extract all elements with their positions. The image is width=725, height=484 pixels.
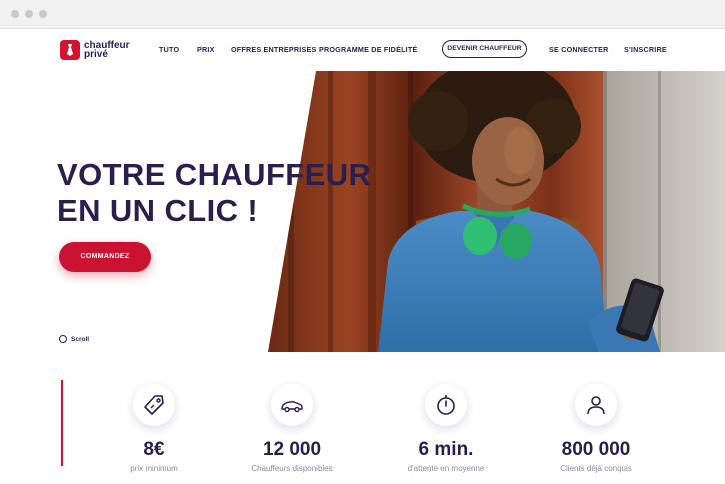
timer-icon	[425, 384, 467, 426]
logo-tie-icon	[60, 40, 80, 60]
logo-text-line2: privé	[84, 49, 108, 60]
scroll-circle-icon	[59, 335, 67, 343]
price-tag-icon	[133, 384, 175, 426]
hero-title-line2: EN UN CLIC !	[57, 193, 259, 228]
user-icon	[575, 384, 617, 426]
window-minimize-dot[interactable]	[25, 10, 33, 18]
hero-title: VOTRE CHAUFFEUR EN UN CLIC !	[57, 157, 371, 229]
order-button[interactable]: COMMANDEZ	[59, 242, 151, 272]
stat-label: prix minimum	[130, 464, 178, 473]
become-driver-button[interactable]: DEVENIR CHAUFFEUR	[442, 40, 527, 58]
accent-line	[61, 380, 63, 466]
nav-prix[interactable]: PRIX	[197, 45, 215, 54]
car-icon	[271, 384, 313, 426]
hero-title-line1: VOTRE CHAUFFEUR	[57, 157, 372, 192]
nav-tuto[interactable]: TUTO	[159, 45, 179, 54]
window-close-dot[interactable]	[11, 10, 19, 18]
site-header: chauffeur privé TUTO PRIX OFFRES ENTREPR…	[0, 29, 725, 71]
stat-value: 12 000	[262, 439, 322, 460]
nav-offres-entreprises[interactable]: OFFRES ENTREPRISES	[231, 45, 316, 54]
stat-wait-time: 6 min. d'attente en moyenne	[386, 384, 506, 474]
stat-clients: 800 000 Clients déjà conquis	[536, 384, 656, 474]
stat-value: 6 min.	[418, 439, 474, 460]
login-link[interactable]: SE CONNECTER	[549, 45, 609, 54]
scroll-label: Scroll	[71, 335, 90, 343]
stat-value: 800 000	[561, 439, 631, 460]
stat-value: 8€	[143, 439, 165, 460]
window-chrome	[0, 0, 725, 29]
nav-separator: ·	[612, 47, 614, 53]
stat-price: 8€ prix minimum	[94, 384, 214, 474]
stat-label: Clients déjà conquis	[560, 464, 632, 473]
nav-programme-fidelite[interactable]: PROGRAMME DE FIDÉLITÉ	[319, 45, 417, 54]
stat-label: d'attente en moyenne	[407, 464, 485, 473]
stat-drivers: 12 000 Chauffeurs disponibles	[232, 384, 352, 474]
window-maximize-dot[interactable]	[39, 10, 47, 18]
stat-label: Chauffeurs disponibles	[251, 464, 333, 473]
logo-text: chauffeur privé	[84, 41, 130, 60]
scroll-indicator[interactable]: Scroll	[59, 334, 89, 344]
signup-link[interactable]: S'INSCRIRE	[624, 45, 667, 54]
logo[interactable]: chauffeur privé	[60, 38, 130, 62]
